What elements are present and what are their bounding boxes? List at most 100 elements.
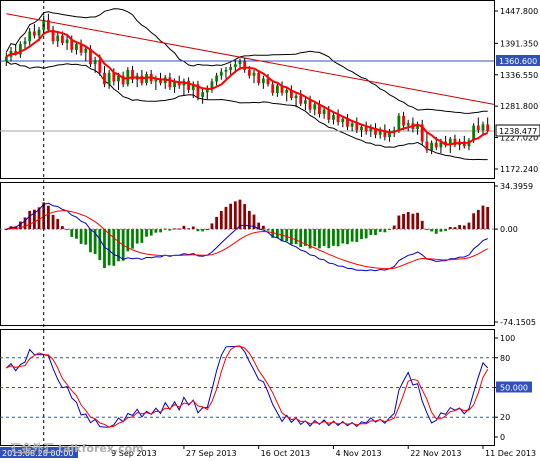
candle-bull: [28, 31, 32, 42]
candle-bull: [224, 69, 228, 72]
macd-histogram-bar: [392, 225, 396, 230]
candle-bear: [257, 72, 261, 84]
macd-histogram-bar: [219, 210, 223, 230]
macd-histogram-bar: [383, 229, 387, 233]
candle-bull: [23, 41, 27, 45]
macd-histogram-bar: [341, 229, 345, 244]
macd-histogram-bar: [397, 215, 401, 230]
macd-histogram-bar: [70, 229, 74, 237]
macd-histogram-bar: [135, 229, 139, 244]
macd-histogram-bar: [294, 229, 298, 245]
price-tick-label: 1391.350: [500, 39, 538, 48]
macd-histogram-bar: [112, 229, 116, 266]
macd-histogram-bar: [462, 225, 466, 230]
price-tick-label: 1281.800: [500, 102, 538, 111]
macd-tick-label: 34.3959: [500, 182, 533, 191]
macd-histogram-bar: [327, 229, 331, 249]
macd-histogram-bar: [313, 229, 317, 247]
macd-histogram-bar: [406, 211, 410, 230]
macd-histogram-bar: [163, 228, 167, 230]
macd-histogram-bar: [416, 212, 419, 230]
macd-histogram-bar: [56, 219, 60, 230]
candle-bear: [140, 75, 144, 84]
candle-bull: [472, 125, 476, 141]
macd-histogram-bar: [98, 229, 102, 261]
candle-bull: [275, 85, 279, 93]
candle-bear: [486, 124, 490, 132]
date-tick-label: 22 Nov 2013: [410, 449, 461, 458]
stochastic-tick-label: 0: [500, 433, 505, 442]
candle-bull: [481, 124, 485, 131]
candle-bull: [56, 35, 60, 42]
macd-histogram-bar: [140, 229, 144, 243]
macd-histogram-bar: [28, 210, 32, 230]
macd-histogram-bar: [224, 206, 228, 230]
macd-histogram-bar: [168, 229, 172, 231]
watermark-text: 汇金外汇 talkforex.com: [10, 441, 144, 455]
candle-bull: [107, 72, 111, 85]
macd-tick-label: 0.00: [500, 225, 518, 234]
macd-histogram-bar: [201, 229, 205, 232]
macd-histogram-bar: [191, 226, 195, 230]
macd-histogram-bar: [131, 229, 134, 249]
candle-bull: [313, 104, 317, 110]
trading-chart: 1447.8001391.3501336.5501281.8001227.020…: [0, 0, 540, 458]
candle-bear: [46, 20, 50, 30]
candle-bull: [406, 123, 410, 126]
stochastic-tick-label: 50.000: [500, 384, 528, 393]
macd-histogram-bar: [285, 229, 289, 242]
stochastic-tick-label: 80: [500, 354, 510, 363]
candle-bull: [229, 67, 233, 70]
macd-histogram-bar: [476, 209, 480, 230]
macd-histogram-bar: [439, 229, 443, 232]
macd-histogram-bar: [318, 229, 321, 249]
macd-histogram-bar: [486, 206, 490, 230]
candle-bear: [355, 123, 359, 131]
macd-histogram-bar: [266, 229, 270, 231]
macd-histogram-bar: [289, 229, 293, 245]
candle-bull: [4, 56, 8, 62]
macd-histogram-bar: [84, 229, 88, 245]
candle-bear: [243, 61, 247, 70]
candle-bull: [37, 29, 41, 36]
candle-bull: [341, 118, 345, 123]
macd-histogram-bar: [182, 225, 186, 230]
candle-bull: [238, 61, 242, 65]
macd-histogram-bar: [261, 225, 265, 230]
macd-histogram-bar: [411, 213, 415, 230]
candle-bull: [430, 142, 433, 151]
date-tick-label: 4 Nov 2013: [335, 449, 381, 458]
candle-bull: [350, 123, 354, 127]
candle-bear: [425, 141, 429, 151]
candle-bull: [397, 115, 401, 131]
date-tick-label: 11 Dec 2013: [485, 449, 536, 458]
candle-bear: [187, 80, 190, 90]
macd-histogram-bar: [355, 229, 359, 242]
macd-histogram-bar: [448, 227, 452, 230]
macd-histogram-bar: [196, 229, 200, 232]
macd-histogram-bar: [145, 229, 148, 237]
macd-histogram-bar: [159, 229, 162, 233]
candle-bull: [285, 90, 289, 93]
candle-bear: [247, 69, 251, 76]
macd-histogram-bar: [420, 220, 424, 230]
macd-histogram-bar: [149, 229, 153, 236]
macd-histogram-bar: [177, 228, 181, 230]
candle-bull: [304, 100, 307, 104]
macd-histogram-bar: [378, 229, 382, 232]
macd-histogram-bar: [215, 216, 219, 230]
price-panel-frame: [0, 0, 495, 179]
macd-histogram-bar: [322, 229, 326, 246]
macd-histogram-bar: [425, 229, 429, 231]
hline-price-label: 1360.600: [499, 57, 537, 66]
candle-bear: [168, 77, 172, 88]
candle-bear: [112, 72, 116, 82]
candle-bull: [219, 71, 223, 76]
date-tick-label: 16 Oct 2013: [261, 449, 310, 458]
macd-histogram-bar: [332, 229, 335, 246]
macd-histogram-bar: [65, 229, 69, 231]
macd-histogram-bar: [444, 229, 448, 231]
macd-histogram-bar: [453, 227, 457, 230]
date-tick-label: 27 Sep 2013: [186, 449, 237, 458]
macd-histogram-bar: [346, 229, 349, 245]
